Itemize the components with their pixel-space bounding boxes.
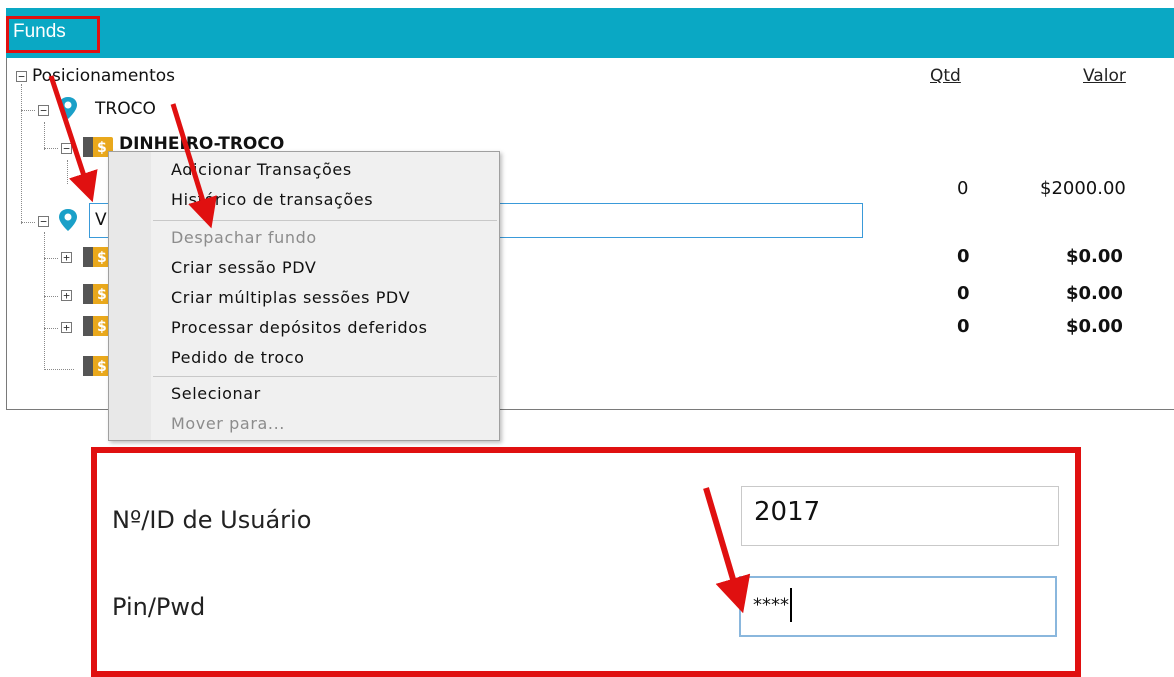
annotation-arrows-layer [48,75,751,614]
annotation-arrow [703,487,751,614]
annotation-arrow [170,103,217,229]
annotation-arrow [48,75,98,203]
